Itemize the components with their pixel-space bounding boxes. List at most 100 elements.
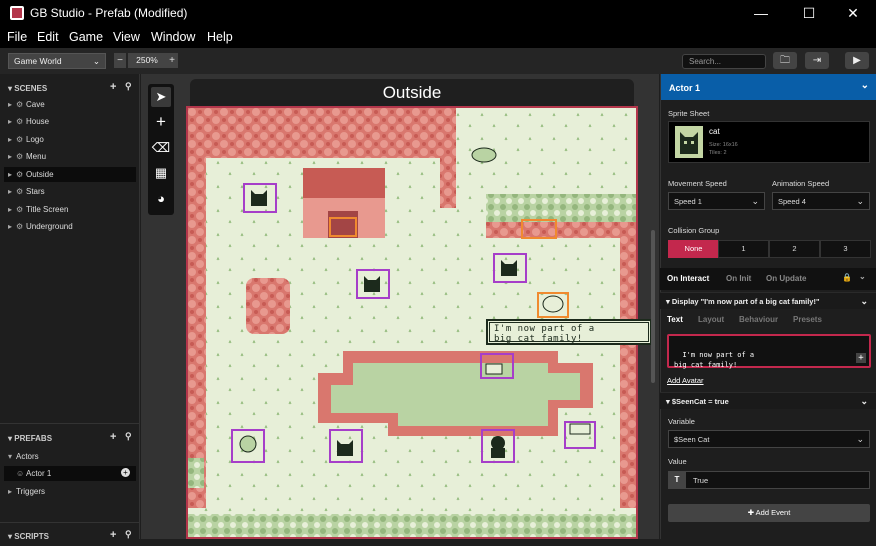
search-input[interactable]: Search... bbox=[682, 54, 766, 69]
dialogue-text-input[interactable]: I'm now part of a big cat family! + bbox=[667, 334, 871, 369]
menu-window[interactable]: Window bbox=[151, 30, 195, 44]
subtab-text[interactable]: Text bbox=[667, 315, 683, 324]
collision-group-label: Collision Group bbox=[668, 226, 720, 235]
actor-name[interactable]: Actor 1 bbox=[669, 83, 700, 93]
variable-select[interactable]: $Seen Cat ⌄ bbox=[668, 430, 870, 448]
sprite-name: cat bbox=[709, 127, 720, 136]
scene-item-cave[interactable]: ▸ ⚙ Cave bbox=[4, 97, 136, 112]
add-instance-icon[interactable]: + bbox=[121, 468, 130, 477]
prefab-item-actor-1[interactable]: ☺ Actor 1 + bbox=[4, 466, 136, 481]
prefab-group-triggers[interactable]: ▸ Triggers bbox=[4, 484, 136, 499]
add-line-icon[interactable]: + bbox=[856, 353, 866, 363]
add-event-label: Add Event bbox=[755, 508, 791, 517]
window-title: GB Studio - Prefab (Modified) bbox=[30, 6, 188, 20]
dialogue-text: I'm now part of a big cat family! bbox=[674, 351, 755, 369]
tab-on-init[interactable]: On Init bbox=[726, 274, 751, 283]
subtab-behaviour[interactable]: Behaviour bbox=[739, 315, 778, 324]
chevron-down-icon[interactable]: ⌄ bbox=[860, 296, 868, 307]
add-scene-button[interactable]: + bbox=[110, 81, 116, 93]
scene-item-underground[interactable]: ▸ ⚙ Underground bbox=[4, 219, 136, 234]
scene-icon: ⚙ bbox=[16, 117, 24, 126]
scene-label: Cave bbox=[26, 100, 45, 109]
close-button[interactable]: ✕ bbox=[830, 0, 876, 26]
tool-palette: ➤ + ⌫ ▦ ◕ bbox=[148, 84, 174, 215]
search-icon[interactable]: ⚲ bbox=[125, 529, 132, 540]
movement-speed-select[interactable]: Speed 1 ⌄ bbox=[668, 192, 765, 210]
lock-icon[interactable]: 🔒 bbox=[842, 273, 852, 282]
value-type-button[interactable]: T bbox=[668, 471, 686, 489]
sprite-thumbnail bbox=[675, 126, 703, 158]
search-icon[interactable]: ⚲ bbox=[125, 81, 132, 92]
plus-icon: ✚ bbox=[747, 508, 756, 517]
chevron-down-icon[interactable]: ⌄ bbox=[859, 272, 866, 281]
sprite-sheet-label: Sprite Sheet bbox=[668, 109, 710, 118]
collision-2-button[interactable]: 2 bbox=[769, 240, 820, 258]
scene-item-title-screen[interactable]: ▸ ⚙ Title Screen bbox=[4, 202, 136, 217]
collision-1-button[interactable]: 1 bbox=[718, 240, 769, 258]
triggers-label: Triggers bbox=[16, 487, 46, 496]
menu-view[interactable]: View bbox=[113, 30, 140, 44]
menu-help[interactable]: Help bbox=[207, 30, 233, 44]
title-bar: GB Studio - Prefab (Modified) — ☐ ✕ bbox=[0, 0, 876, 26]
scene-item-stars[interactable]: ▸ ⚙ Stars bbox=[4, 184, 136, 199]
menu-game[interactable]: Game bbox=[69, 30, 103, 44]
scene-item-menu[interactable]: ▸ ⚙ Menu bbox=[4, 149, 136, 164]
play-button[interactable]: ▶ bbox=[845, 52, 869, 69]
select-tool-icon[interactable]: ➤ bbox=[151, 87, 171, 107]
menu-bar: File Edit Game View Window Help bbox=[0, 26, 876, 48]
chevron-down-icon[interactable]: ⌄ bbox=[860, 396, 868, 407]
tab-on-interact[interactable]: On Interact bbox=[667, 274, 709, 283]
add-prefab-button[interactable]: + bbox=[110, 431, 116, 443]
add-script-button[interactable]: + bbox=[110, 529, 116, 541]
movement-speed-value: Speed 1 bbox=[674, 197, 702, 206]
world-select[interactable]: Game World ⌄ bbox=[8, 53, 106, 69]
condition-event-header[interactable]: ▾ $SeenCat = true ⌄ bbox=[660, 392, 876, 409]
subtab-presets[interactable]: Presets bbox=[793, 315, 822, 324]
collision-none-button[interactable]: None bbox=[668, 240, 719, 258]
caret-right-icon: ▸ bbox=[8, 487, 13, 496]
play-icon: ▶ bbox=[853, 55, 861, 66]
open-folder-button[interactable]: 🗀 bbox=[773, 52, 797, 69]
subtab-layout[interactable]: Layout bbox=[698, 315, 724, 324]
collision-3-button[interactable]: 3 bbox=[820, 240, 871, 258]
value-input[interactable]: True bbox=[668, 471, 870, 489]
scene-item-logo[interactable]: ▸ ⚙ Logo bbox=[4, 132, 136, 147]
vertical-scrollbar[interactable] bbox=[651, 230, 655, 383]
caret-down-icon: ▾ bbox=[8, 452, 13, 461]
folder-icon: 🗀 bbox=[780, 55, 790, 66]
search-icon[interactable]: ⚲ bbox=[125, 431, 132, 442]
maximize-button[interactable]: ☐ bbox=[786, 0, 832, 26]
minimize-button[interactable]: — bbox=[738, 0, 784, 26]
menu-edit[interactable]: Edit bbox=[37, 30, 59, 44]
display-event-header[interactable]: ▾ Display "I'm now part of a big cat fam… bbox=[660, 292, 876, 309]
caret-right-icon: ▸ bbox=[8, 205, 13, 214]
scene-item-outside[interactable]: ▸ ⚙ Outside bbox=[4, 167, 136, 182]
animation-speed-value: Speed 4 bbox=[778, 197, 806, 206]
tab-on-update[interactable]: On Update bbox=[766, 274, 806, 283]
toolbar: Game World ⌄ − 250% + Search... 🗀 ⇥ ▶ bbox=[0, 48, 876, 74]
export-icon: ⇥ bbox=[812, 55, 822, 66]
caret-right-icon: ▸ bbox=[8, 117, 13, 126]
eraser-tool-icon[interactable]: ⌫ bbox=[151, 138, 171, 158]
colors-tool-icon[interactable]: ◕ bbox=[151, 189, 171, 209]
caret-right-icon: ▸ bbox=[8, 135, 13, 144]
collisions-tool-icon[interactable]: ▦ bbox=[151, 163, 171, 183]
scene-title[interactable]: Outside bbox=[190, 79, 634, 106]
animation-speed-select[interactable]: Speed 4 ⌄ bbox=[772, 192, 870, 210]
export-button[interactable]: ⇥ bbox=[805, 52, 829, 69]
add-avatar-link[interactable]: Add Avatar bbox=[667, 376, 704, 385]
sprite-tiles: Tiles: 2 bbox=[709, 150, 727, 156]
zoom-in-button[interactable]: + bbox=[166, 53, 178, 68]
add-tool-icon[interactable]: + bbox=[151, 112, 171, 132]
menu-file[interactable]: File bbox=[7, 30, 27, 44]
actors-label: Actors bbox=[16, 452, 39, 461]
add-event-button[interactable]: ✚ Add Event bbox=[668, 504, 870, 522]
scene-item-house[interactable]: ▸ ⚙ House bbox=[4, 114, 136, 129]
zoom-out-button[interactable]: − bbox=[114, 53, 126, 68]
scripts-header: ▾ SCRIPTS + ⚲ bbox=[0, 526, 140, 546]
chevron-down-icon[interactable]: ⌄ bbox=[861, 80, 869, 91]
sprite-sheet-select[interactable]: cat Size: 16x16 Tiles: 2 bbox=[668, 121, 870, 163]
caret-right-icon: ▸ bbox=[8, 152, 13, 161]
prefab-group-actors[interactable]: ▾ Actors bbox=[4, 449, 136, 464]
chevron-down-icon: ⌄ bbox=[92, 56, 100, 66]
